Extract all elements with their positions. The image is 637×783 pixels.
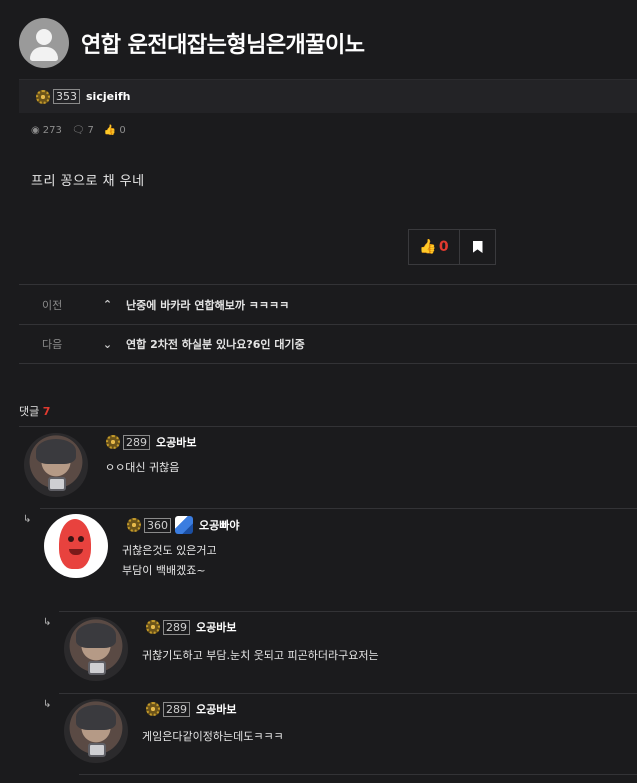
commenter-name[interactable]: 오공바보 [196,619,236,635]
medal-badge-icon [175,516,193,534]
prev-post-title[interactable]: 난중에 바카라 연합해보까 ㅋㅋㅋㅋ [126,297,289,313]
post-header: 연합 운전대잡는형님은개꿀이노 [19,18,365,68]
views-stat: ◉ 273 [31,125,62,136]
author-level: 353 [53,89,80,104]
avatar[interactable] [64,699,128,763]
level-gear-icon [35,89,51,105]
comments-count: 7 [87,125,94,136]
author-level-badge: 353 [35,89,80,105]
comment-line: ㅇㅇ대신 귀찮음 [105,461,180,474]
reply-arrow-icon: ↳ [23,514,32,525]
like-count: 0 [438,239,449,255]
comments-header-count: 7 [42,405,51,418]
post-content: 프리 꽁으로 채 우네 [31,174,145,189]
reply-arrow-icon: ↳ [43,699,52,710]
eye-icon: ◉ [31,125,40,136]
thumbs-up-icon: 👍 [103,125,117,136]
comment-text: ㅇㅇ대신 귀찮음 [105,458,179,478]
vote-box: 👍 0 [408,229,496,265]
comment-line: 귀찮은것도 있은거고 [122,544,217,557]
post-title: 연합 운전대잡는형님은개꿀이노 [81,33,365,58]
chevron-up-icon: ⌃ [102,298,113,311]
commenter-level: 360 [144,517,171,533]
level-gear-icon [105,434,121,450]
level-gear-icon [126,517,142,533]
prev-post-link[interactable]: 이전 ⌃ 난중에 바카라 연합해보까 ㅋㅋㅋㅋ [19,284,637,324]
comments-header: 댓글 7 [19,403,50,419]
divider [59,611,637,612]
comment-text: 귀찮은것도 있은거고 부담이 백배겠죠~ [122,541,217,581]
comment-line: 게임은다같이정하는데도ㅋㅋㅋ [142,730,284,743]
next-label: 다음 [42,338,63,351]
divider [79,774,637,775]
commenter-level-badge: 360 [126,517,171,533]
comment-meta: 289 오공바보 [105,434,196,450]
comment-meta: 360 오공빠야 [126,516,239,534]
comments-label: 댓글 [19,405,40,418]
reply-arrow-icon: ↳ [43,617,52,628]
avatar[interactable] [64,617,128,681]
commenter-level-badge: 289 [145,701,190,717]
commenter-name[interactable]: 오공빠야 [199,517,239,533]
author-username[interactable]: sicjeifh [86,90,130,103]
post-stats: ◉ 273 🗨 7 👍 0 [31,125,136,136]
bookmark-icon [472,241,483,253]
likes-count: 0 [119,125,126,136]
views-count: 273 [42,125,62,136]
avatar[interactable] [44,514,108,578]
default-avatar-icon[interactable] [19,18,69,68]
level-gear-icon [145,701,161,717]
comment-text: 귀찮기도하고 부담.눈치 웃되고 피곤하더라구요저는 [142,646,379,666]
avatar[interactable] [24,433,88,497]
divider [59,693,637,694]
commenter-name[interactable]: 오공바보 [156,434,196,450]
commenter-level-badge: 289 [145,619,190,635]
likes-stat: 👍 0 [104,125,126,136]
comment-meta: 289 오공바보 [145,619,236,635]
comment-line: 귀찮기도하고 부담.눈치 웃되고 피곤하더라구요저는 [142,649,379,662]
bookmark-button[interactable] [460,230,495,264]
comment-line: 부담이 백배겠죠~ [122,564,206,577]
prev-label: 이전 [42,298,63,312]
commenter-level-badge: 289 [105,434,150,450]
like-button[interactable]: 👍 0 [409,230,460,264]
author-bar: 353 sicjeifh [19,79,637,113]
commenter-level: 289 [163,701,190,717]
comment-meta: 289 오공바보 [145,701,236,717]
commenter-level: 289 [163,619,190,635]
next-post-title[interactable]: 연합 2차전 하실분 있나요?6인 대기중 [126,336,305,352]
speech-bubble-icon: 🗨 [71,125,85,136]
divider [40,508,637,509]
comment-text: 게임은다같이정하는데도ㅋㅋㅋ [142,727,284,747]
level-gear-icon [145,619,161,635]
comments-stat: 🗨 7 [72,125,94,136]
divider [19,426,637,427]
commenter-level: 289 [123,434,150,450]
chevron-down-icon: ⌄ [102,337,113,351]
next-post-link[interactable]: 다음 ⌄ 연합 2차전 하실분 있나요?6인 대기중 [19,324,637,364]
thumbs-up-icon: 👍 [419,239,437,255]
commenter-name[interactable]: 오공바보 [196,701,236,717]
